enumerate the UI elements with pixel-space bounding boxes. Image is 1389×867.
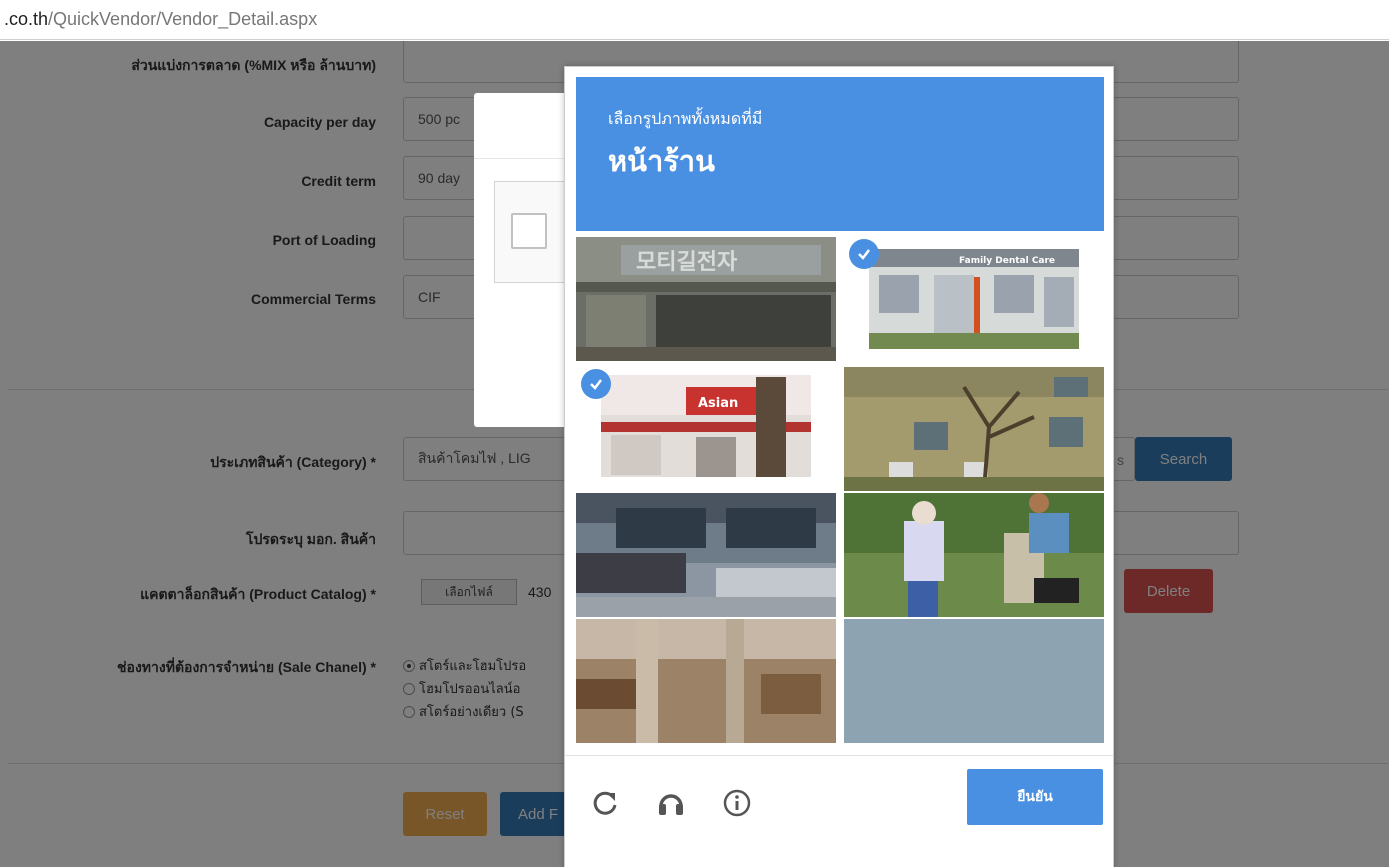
challenge-header: เลือกรูปภาพทั้งหมดที่มี หน้าร้าน: [576, 77, 1104, 231]
audio-icon[interactable]: [653, 785, 689, 821]
people-image: [844, 493, 1104, 617]
wall-image: [576, 619, 836, 743]
captcha-tile-6[interactable]: [844, 493, 1104, 617]
captcha-tile-7[interactable]: [576, 619, 836, 743]
captcha-tile-5[interactable]: [576, 493, 836, 617]
captcha-tile-3[interactable]: Asian: [576, 367, 836, 491]
svg-text:Asian: Asian: [698, 396, 738, 411]
storefront-image: Asian: [601, 375, 811, 477]
divider: [474, 158, 574, 159]
storefront-image: 모티길전자: [576, 237, 836, 361]
url-path: /QuickVendor/Vendor_Detail.aspx: [48, 9, 318, 29]
svg-text:Family Dental Care: Family Dental Care: [959, 256, 1055, 266]
reload-icon[interactable]: [587, 785, 623, 821]
selected-check-icon: [849, 239, 879, 269]
address-bar[interactable]: .co.th/QuickVendor/Vendor_Detail.aspx: [0, 0, 1389, 40]
svg-text:모티길전자: 모티길전자: [636, 250, 738, 275]
challenge-object: หน้าร้าน: [608, 144, 715, 178]
verify-button[interactable]: ยืนยัน: [967, 769, 1103, 825]
captcha-tile-2[interactable]: Family Dental Care: [844, 237, 1104, 361]
parking-image: [576, 493, 836, 617]
captcha-tile-1[interactable]: 모티길전자: [576, 237, 836, 361]
divider: [565, 755, 1113, 756]
sky-image: [844, 619, 1104, 743]
challenge-instruction: เลือกรูปภาพทั้งหมดที่มี: [608, 109, 763, 128]
captcha-tile-8[interactable]: [844, 619, 1104, 743]
info-icon[interactable]: [719, 785, 755, 821]
captcha-challenge: เลือกรูปภาพทั้งหมดที่มี หน้าร้าน 모티길전자 F…: [564, 66, 1114, 867]
selected-check-icon: [581, 369, 611, 399]
vendor-detail-page: ส่วนแบ่งการตลาด (%MIX หรือ ล้านบาท) Capa…: [0, 41, 1389, 867]
recaptcha-checkbox[interactable]: [511, 213, 547, 249]
building-image: [844, 367, 1104, 491]
storefront-image: Family Dental Care: [869, 249, 1079, 349]
url-host: .co.th: [4, 9, 49, 29]
captcha-tile-4[interactable]: [844, 367, 1104, 491]
